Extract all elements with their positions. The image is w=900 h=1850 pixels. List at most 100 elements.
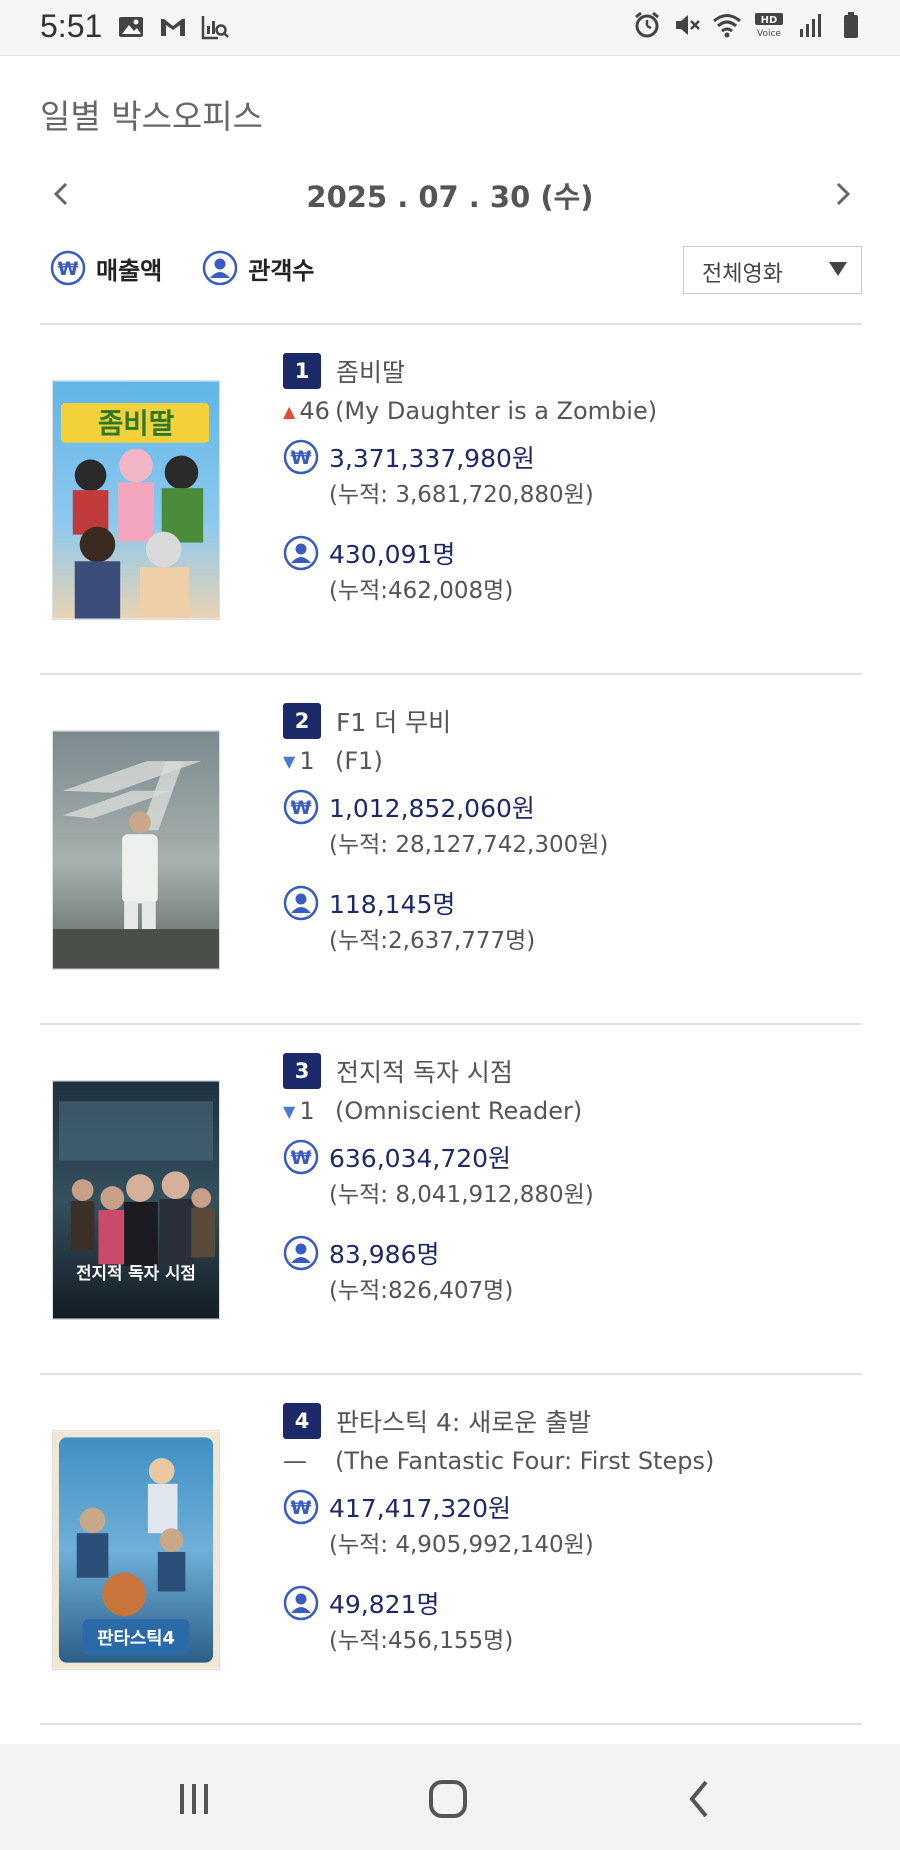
movie-filter-select[interactable]: 전체영화 bbox=[683, 246, 862, 294]
cumulative-sales: (누적: 4,905,992,140원) bbox=[329, 1532, 594, 1558]
movie-title-en: (Omniscient Reader) bbox=[335, 1097, 583, 1125]
person-icon bbox=[283, 1235, 319, 1271]
alarm-icon bbox=[632, 10, 662, 40]
movie-row[interactable]: 좀비딸 1 좀비딸 ▲ 46 (My Daughter is a Zombie) … bbox=[40, 323, 862, 673]
rank-badge: 4 bbox=[283, 1403, 321, 1439]
daily-audience: 49,821명 bbox=[329, 1590, 440, 1619]
movie-poster[interactable]: 좀비딸 bbox=[52, 380, 220, 620]
svg-text:₩: ₩ bbox=[291, 797, 312, 819]
dropdown-arrow-icon bbox=[829, 262, 847, 276]
won-icon: ₩ bbox=[283, 1489, 319, 1525]
cumulative-sales: (누적: 8,041,912,880원) bbox=[329, 1182, 594, 1208]
audience-stat: 49,821명 bbox=[283, 1583, 853, 1623]
svg-text:HD: HD bbox=[761, 15, 778, 26]
rank-change: — bbox=[283, 1447, 307, 1475]
legend: ₩ 매출액 관객수 bbox=[50, 250, 355, 286]
home-button[interactable] bbox=[418, 1774, 478, 1824]
cumulative-audience: (누적:456,155명) bbox=[329, 1628, 514, 1654]
movie-info: 2 F1 더 무비 ▼ 1 (F1) ₩ 1,012,852,060원 (누적: … bbox=[283, 703, 853, 959]
movie-info: 3 전지적 독자 시점 ▼ 1 (Omniscient Reader) ₩ 636… bbox=[283, 1053, 853, 1309]
movie-info: 4 판타스틱 4: 새로운 출발 — (The Fantastic Four: … bbox=[283, 1403, 853, 1659]
won-icon: ₩ bbox=[283, 439, 319, 475]
movie-poster[interactable] bbox=[52, 730, 220, 970]
list-end-divider bbox=[40, 1723, 862, 1743]
sales-stat: ₩ 417,417,320원 bbox=[283, 1487, 853, 1527]
rank-change: ▼ 1 bbox=[283, 747, 315, 775]
cumulative-audience: (누적:462,008명) bbox=[329, 578, 514, 604]
movie-title-ko[interactable]: 좀비딸 bbox=[336, 353, 405, 389]
status-right-icons: HD Voice bbox=[632, 10, 866, 40]
movie-filter-value: 전체영화 bbox=[702, 262, 783, 287]
daily-audience: 118,145명 bbox=[329, 890, 456, 919]
audience-stat: 118,145명 bbox=[283, 883, 853, 923]
won-icon: ₩ bbox=[283, 789, 319, 825]
chevron-right-icon bbox=[836, 182, 851, 206]
recent-apps-icon bbox=[180, 1784, 208, 1814]
status-time: 5:51 bbox=[40, 8, 103, 44]
legend-audience-label: 관객수 bbox=[248, 256, 315, 285]
svg-text:Voice: Voice bbox=[757, 29, 781, 39]
image-icon bbox=[116, 12, 146, 42]
legend-audience: 관객수 bbox=[202, 250, 315, 286]
back-icon bbox=[689, 1780, 708, 1818]
movie-row[interactable]: 판타스틱4 4 판타스틱 4: 새로운 출발 — (The Fantastic … bbox=[40, 1373, 862, 1723]
movie-title-en: (My Daughter is a Zombie) bbox=[335, 397, 658, 425]
next-date-button[interactable] bbox=[826, 174, 860, 214]
person-icon bbox=[283, 1585, 319, 1621]
wifi-icon bbox=[712, 10, 742, 40]
cumulative-audience: (누적:826,407명) bbox=[329, 1278, 514, 1304]
svg-text:₩: ₩ bbox=[291, 1497, 312, 1519]
status-bar: 5:51 HD Voice bbox=[0, 0, 900, 56]
movie-poster[interactable]: 판타스틱4 bbox=[52, 1430, 220, 1670]
rank-badge: 3 bbox=[283, 1053, 321, 1089]
movie-info: 1 좀비딸 ▲ 46 (My Daughter is a Zombie) ₩ 3,… bbox=[283, 353, 853, 609]
cumulative-sales: (누적: 3,681,720,880원) bbox=[329, 482, 594, 508]
recent-apps-button[interactable] bbox=[164, 1774, 224, 1824]
movie-row[interactable]: 전지적 독자 시점 3 전지적 독자 시점 ▼ 1 (Omniscient Rea… bbox=[40, 1023, 862, 1373]
rank-change: ▼ 1 bbox=[283, 1097, 315, 1125]
cumulative-audience: (누적:2,637,777명) bbox=[329, 928, 536, 954]
svg-text:₩: ₩ bbox=[58, 258, 79, 280]
scan-icon bbox=[200, 12, 230, 42]
person-icon bbox=[283, 885, 319, 921]
movie-title-ko[interactable]: 판타스틱 4: 새로운 출발 bbox=[336, 1403, 591, 1439]
daily-sales: 3,371,337,980원 bbox=[329, 444, 535, 473]
rank-badge: 2 bbox=[283, 703, 321, 739]
svg-text:판타스틱4: 판타스틱4 bbox=[97, 1628, 175, 1649]
audience-stat: 83,986명 bbox=[283, 1233, 853, 1273]
person-icon bbox=[283, 535, 319, 571]
person-icon bbox=[202, 250, 238, 286]
daily-audience: 83,986명 bbox=[329, 1240, 440, 1269]
page-title: 일별 박스오피스 bbox=[40, 97, 264, 136]
movie-title-en: (F1) bbox=[335, 747, 383, 775]
daily-audience: 430,091명 bbox=[329, 540, 456, 569]
daily-sales: 636,034,720원 bbox=[329, 1144, 512, 1173]
arrow-down-icon: ▼ bbox=[283, 1101, 296, 1121]
svg-text:좀비딸: 좀비딸 bbox=[98, 407, 174, 440]
svg-text:₩: ₩ bbox=[291, 1147, 312, 1169]
movie-title-ko[interactable]: 전지적 독자 시점 bbox=[336, 1053, 513, 1089]
sales-stat: ₩ 1,012,852,060원 bbox=[283, 787, 853, 827]
mute-icon bbox=[672, 10, 702, 40]
cumulative-sales: (누적: 28,127,742,300원) bbox=[329, 832, 609, 858]
daily-sales: 1,012,852,060원 bbox=[329, 794, 535, 823]
back-button[interactable] bbox=[670, 1774, 730, 1824]
movie-title-en: (The Fantastic Four: First Steps) bbox=[335, 1447, 715, 1475]
legend-sales: ₩ 매출액 bbox=[50, 250, 162, 286]
movie-poster[interactable]: 전지적 독자 시점 bbox=[52, 1080, 220, 1320]
arrow-up-icon: ▲ bbox=[283, 401, 296, 421]
home-icon bbox=[429, 1780, 467, 1818]
date-nav: 2025 . 07 . 30 (수) bbox=[0, 170, 900, 220]
arrow-down-icon: ▼ bbox=[283, 751, 296, 771]
boxoffice-list: 좀비딸 1 좀비딸 ▲ 46 (My Daughter is a Zombie) … bbox=[40, 323, 862, 1743]
movie-row[interactable]: 2 F1 더 무비 ▼ 1 (F1) ₩ 1,012,852,060원 (누적: … bbox=[40, 673, 862, 1023]
hd-voice-icon: HD Voice bbox=[752, 10, 786, 40]
battery-icon bbox=[836, 10, 866, 40]
gmail-icon bbox=[158, 12, 188, 42]
date-display: 2025 . 07 . 30 (수) bbox=[306, 180, 594, 214]
status-left-icons bbox=[116, 12, 230, 42]
audience-stat: 430,091명 bbox=[283, 533, 853, 573]
movie-title-ko[interactable]: F1 더 무비 bbox=[336, 703, 451, 739]
sales-stat: ₩ 3,371,337,980원 bbox=[283, 437, 853, 477]
signal-icon bbox=[796, 10, 826, 40]
